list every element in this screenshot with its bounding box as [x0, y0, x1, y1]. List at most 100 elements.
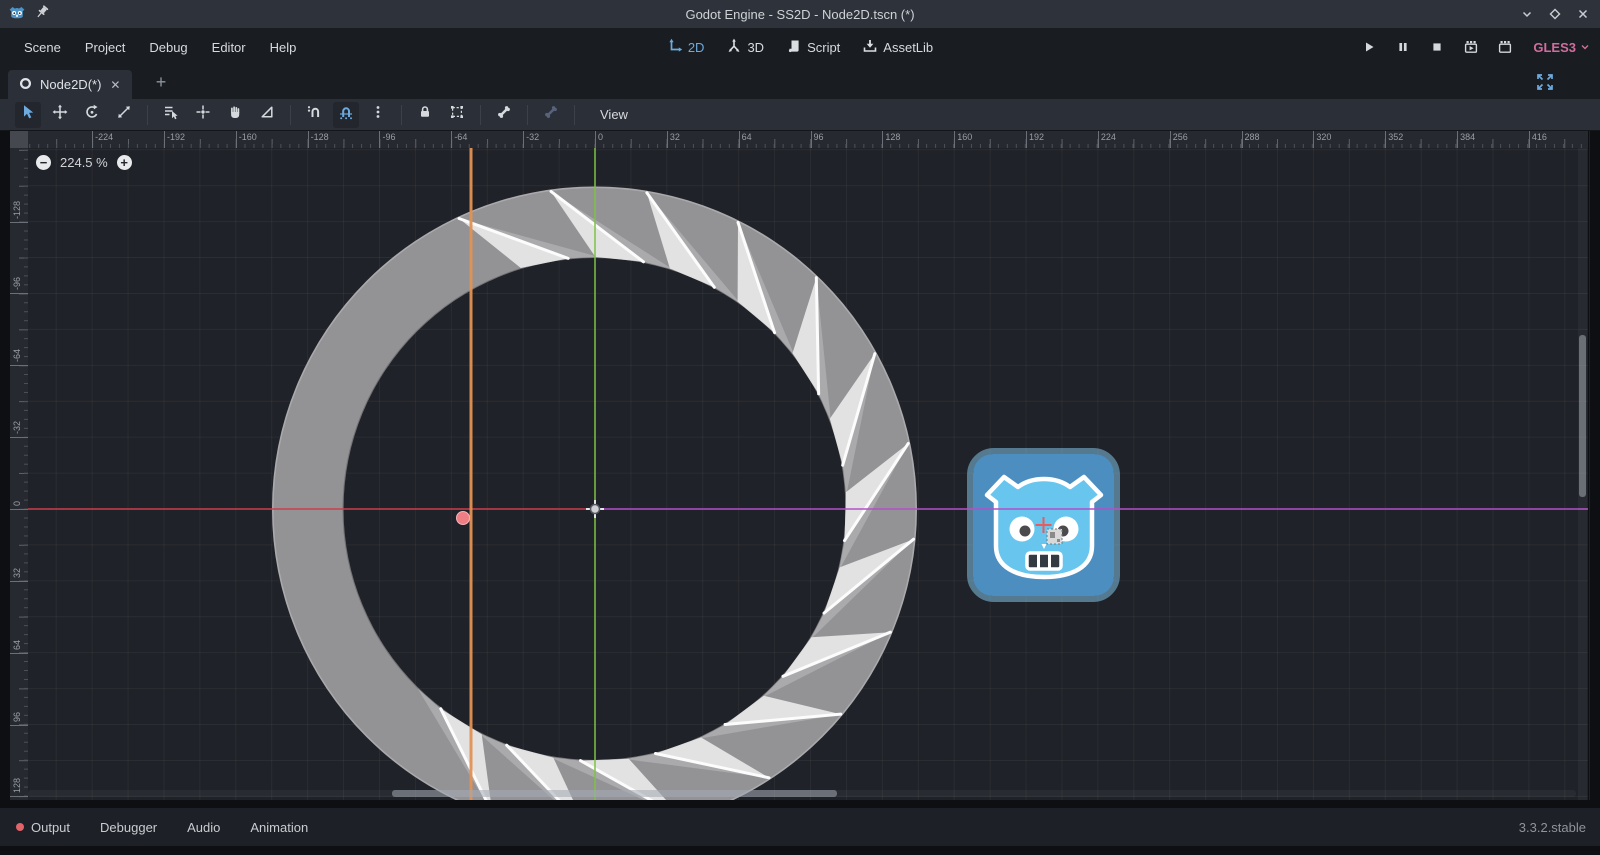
pause-button[interactable] [1391, 35, 1415, 59]
bone-tool-button[interactable] [491, 102, 517, 128]
menu-project[interactable]: Project [75, 35, 135, 60]
ruler-label: 192 [1029, 132, 1044, 142]
scale-icon [116, 104, 132, 125]
move-tool-button[interactable] [47, 102, 73, 128]
distraction-free-icon[interactable] [1536, 73, 1554, 96]
workspace-script[interactable]: Script [780, 34, 846, 61]
pan-icon [227, 104, 243, 125]
bottom-tab-debugger[interactable]: Debugger [100, 820, 157, 835]
smart-snap-tool-button[interactable] [301, 102, 327, 128]
rotate-tool-button[interactable] [79, 102, 105, 128]
ruler-label: 320 [1316, 132, 1331, 142]
menu-editor[interactable]: Editor [202, 35, 256, 60]
ruler-label: 416 [1532, 132, 1547, 142]
zoom-in-button[interactable]: + [117, 155, 132, 170]
ruler-tick [10, 581, 28, 582]
view-menu[interactable]: View [592, 103, 636, 126]
godot-sprite[interactable] [970, 451, 1117, 599]
tab-close-icon[interactable]: ✕ [108, 78, 122, 92]
ruler-label: -224 [95, 132, 113, 142]
assetlib-icon [862, 38, 878, 57]
ruler-tick [1529, 131, 1530, 148]
node2d-icon [18, 76, 33, 94]
toolbar-separator [480, 105, 481, 125]
select-icon [20, 104, 36, 125]
ruler-tick [10, 293, 28, 294]
scene-tab-bar: Node2D(*) ✕ + [0, 66, 1600, 99]
add-scene-tab-button[interactable]: + [150, 72, 172, 93]
lock-tool-button[interactable] [412, 102, 438, 128]
ruler-tick [10, 653, 28, 654]
workspace-2d[interactable]: 2D [661, 34, 711, 61]
workspace-3d[interactable]: 3D [720, 34, 770, 61]
h-scrollbar-thumb[interactable] [392, 790, 837, 797]
v-scrollbar-thumb[interactable] [1579, 335, 1586, 497]
ruler-tick [379, 131, 380, 148]
ruler-label: 96 [814, 132, 824, 142]
zoom-out-button[interactable]: − [36, 155, 51, 170]
ruler-tick [10, 509, 28, 510]
scale-tool-button[interactable] [111, 102, 137, 128]
zoom-level[interactable]: 224.5 % [60, 155, 108, 170]
play-scene-button[interactable] [1459, 35, 1483, 59]
ruler-tick [10, 365, 28, 366]
play-button[interactable] [1357, 35, 1381, 59]
lock-icon [417, 104, 433, 125]
snap-options-tool-button[interactable] [365, 102, 391, 128]
pin-icon[interactable] [34, 4, 50, 25]
snap-options-icon [370, 104, 386, 125]
play-custom-scene-button[interactable] [1493, 35, 1517, 59]
menu-help[interactable]: Help [260, 35, 307, 60]
grid-snap-tool-button[interactable] [333, 102, 359, 128]
menu-scene[interactable]: Scene [14, 35, 71, 60]
ruler-label: 0 [12, 501, 22, 506]
bottom-tab-animation[interactable]: Animation [250, 820, 308, 835]
ruler-label: 32 [670, 132, 680, 142]
ruler-label: 352 [1388, 132, 1403, 142]
script-icon [786, 38, 802, 57]
skeleton-options-icon [543, 104, 559, 125]
ruler-label: -64 [12, 349, 22, 362]
ruler-label: 384 [1460, 132, 1475, 142]
toolbar-separator [290, 105, 291, 125]
list-select-tool-button[interactable] [158, 102, 184, 128]
stop-button[interactable] [1425, 35, 1449, 59]
bottom-tab-output[interactable]: Output [16, 820, 70, 835]
bottom-panel-bar: OutputDebuggerAudioAnimation 3.3.2.stabl… [0, 808, 1600, 846]
viewport-canvas[interactable]: − 224.5 % + [28, 148, 1588, 800]
horizontal-ruler[interactable]: -224-192-160-128-96-64-32032649612816019… [28, 131, 1588, 148]
renderer-label: GLES3 [1533, 40, 1576, 55]
ruler-tick [10, 222, 28, 223]
ruler-tick [882, 131, 883, 148]
ruler-label: 96 [12, 712, 22, 722]
ruler-tick [308, 131, 309, 148]
ruler-label: 128 [885, 132, 900, 142]
group-tool-button[interactable] [444, 102, 470, 128]
maximize-button[interactable] [1546, 5, 1564, 23]
ruler-tool-button[interactable] [254, 102, 280, 128]
list-select-icon [163, 104, 179, 125]
ruler-tick [1170, 131, 1171, 148]
bottom-tab-audio[interactable]: Audio [187, 820, 220, 835]
workspace-assetlib[interactable]: AssetLib [856, 34, 939, 61]
renderer-selector[interactable]: GLES3 [1527, 40, 1590, 55]
control-point-marker[interactable] [457, 512, 470, 525]
ruler-label: 32 [12, 568, 22, 578]
move-pivot-tool-button[interactable] [190, 102, 216, 128]
pan-tool-button[interactable] [222, 102, 248, 128]
menu-debug[interactable]: Debug [139, 35, 197, 60]
move-icon [52, 104, 68, 125]
ruler-tick [1242, 131, 1243, 148]
vertical-ruler[interactable]: -128-96-64-320326496128 [10, 148, 28, 800]
group-icon [449, 104, 465, 125]
skeleton-options-tool-button[interactable] [538, 102, 564, 128]
minimize-button[interactable] [1518, 5, 1536, 23]
toolbar-separator [574, 105, 575, 125]
ruler-label: -128 [12, 201, 22, 219]
close-button[interactable] [1574, 5, 1592, 23]
ruler-label: 128 [12, 778, 22, 793]
scene-tab-node2d[interactable]: Node2D(*) ✕ [8, 70, 132, 99]
select-tool-button[interactable] [15, 102, 41, 128]
rotate-icon [84, 104, 100, 125]
playback-controls: GLES3 [1357, 28, 1590, 66]
